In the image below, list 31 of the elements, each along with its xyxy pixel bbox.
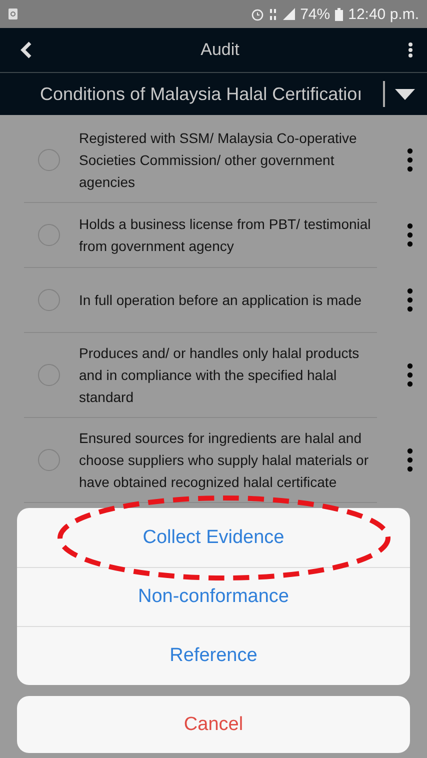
radio-button[interactable] <box>38 289 60 311</box>
requirement-text: Ensured sources for ingredients are halal and choose suppliers who supply halal materials or have obtained recognized halal certificate <box>79 429 370 492</box>
requirement-text: Registered with SSM/ Malaysia Co-operative Societies Commission/ other government agencies <box>79 129 358 192</box>
more-options-button[interactable] <box>407 148 413 172</box>
network-icon <box>269 8 278 20</box>
cancel-button[interactable]: Cancel <box>17 696 410 753</box>
notification-icon <box>8 8 18 20</box>
battery-icon <box>335 8 344 20</box>
action-option[interactable]: Reference <box>17 626 410 685</box>
radio-button[interactable] <box>38 224 60 246</box>
signal-icon <box>283 8 296 20</box>
radio-button[interactable] <box>38 449 60 471</box>
more-options-button[interactable] <box>407 288 413 312</box>
more-options-button[interactable] <box>407 223 413 247</box>
back-button[interactable] <box>20 41 32 59</box>
radio-button[interactable] <box>38 149 60 171</box>
more-options-button[interactable] <box>408 42 413 58</box>
alarm-icon <box>251 8 264 20</box>
screen-title: Audit <box>200 40 240 60</box>
requirement-text: Produces and/ or handles only halal products and in compliance with the specified halal standard <box>79 344 360 407</box>
action-option[interactable]: Non-conformance <box>17 567 410 626</box>
radio-button[interactable] <box>38 364 60 386</box>
section-dropdown[interactable]: Conditions of Malaysia Halal Certificatioı <box>40 84 373 104</box>
battery-percent: 74% <box>300 6 330 22</box>
clock-time: 12:40 p.m. <box>348 6 419 22</box>
action-option[interactable]: Collect Evidence <box>17 508 410 567</box>
dropdown-button[interactable] <box>395 88 415 100</box>
requirement-text: Holds a business license from PBT/ testimonial from government agency <box>79 215 372 256</box>
requirement-text: In full operation before an application is made <box>79 291 363 310</box>
more-options-button[interactable] <box>407 363 413 387</box>
more-options-button[interactable] <box>407 448 413 472</box>
